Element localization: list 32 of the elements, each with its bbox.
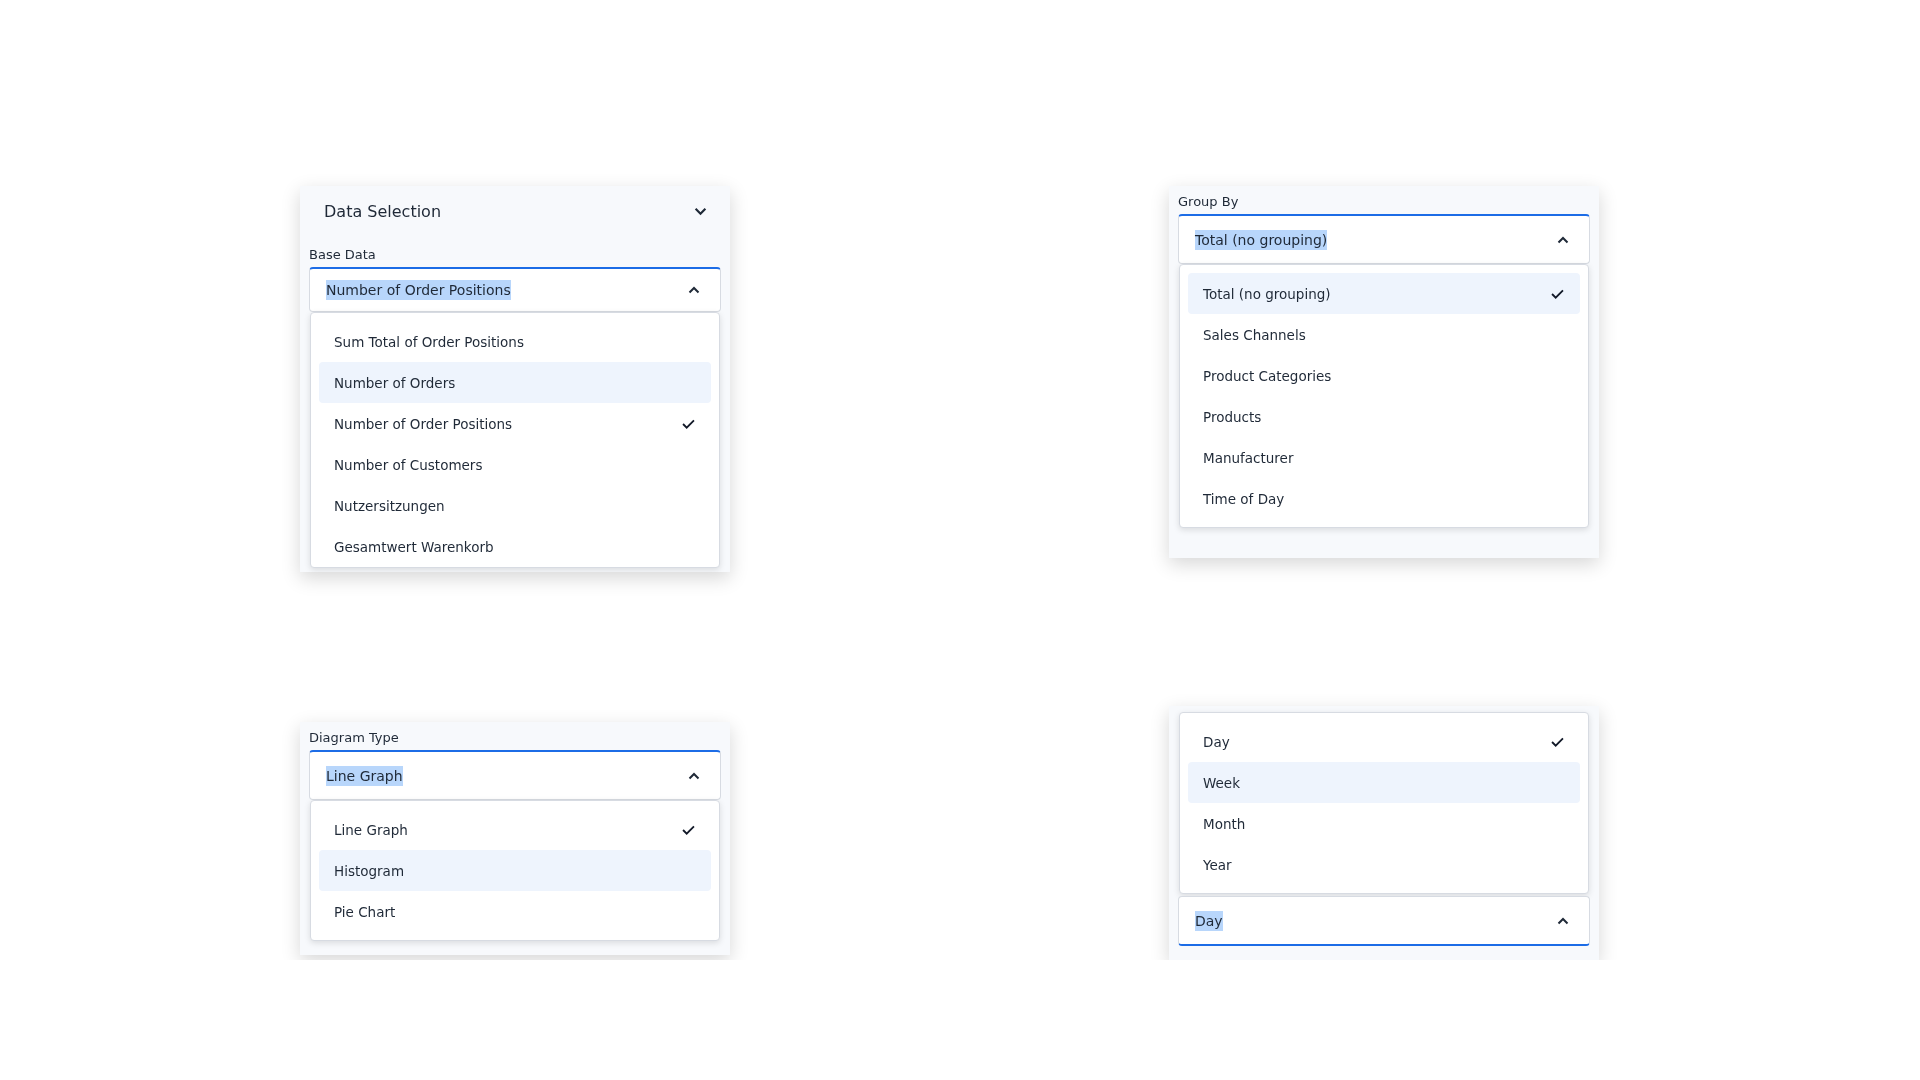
dropdown-option[interactable]: Product Categories [1188,355,1580,396]
dropdown-option[interactable]: Total (no grouping) [1188,273,1580,314]
chevron-up-icon [1557,916,1569,925]
dropdown-option[interactable]: Time of Day [1188,478,1580,519]
dropdown-option[interactable]: Number of Order Positions [319,403,711,444]
dropdown-option[interactable]: Week [1188,762,1580,803]
dropdown-option[interactable]: Number of Customers [319,444,711,485]
dropdown-option[interactable]: Day [1188,721,1580,762]
chevron-up-icon [688,286,700,294]
section-title[interactable]: Data Selection [324,202,442,221]
chevron-down-icon [694,207,707,216]
select-field[interactable]: Total (no grouping) [1178,214,1590,264]
select-field[interactable]: Day [1178,896,1590,946]
select-field[interactable]: Number of Order Positions [309,267,721,312]
chevron-up-icon [1557,235,1569,244]
chevron-up-icon [688,771,700,780]
dropdown-option[interactable]: Year [1188,844,1580,885]
dropdown-option[interactable]: Histogram [319,850,711,891]
field-label: Diagram Type [309,730,399,745]
dropdown-option[interactable]: Products [1188,396,1580,437]
dropdown-option[interactable]: Pie Chart [319,891,711,932]
dropdown-option[interactable]: Sales Channels [1188,314,1580,355]
dropdown-option[interactable]: Line Graph [319,809,711,850]
dropdown-option[interactable]: Month [1188,803,1580,844]
dropdown-option[interactable]: Manufacturer [1188,437,1580,478]
select-field[interactable]: Line Graph [309,750,721,800]
dropdown-option[interactable]: Sum Total of Order Positions [319,321,711,362]
dropdown-option[interactable]: Nutzersitzungen [319,485,711,526]
field-label: Base Data [309,247,376,262]
dropdown-option[interactable]: Number of Orders [319,362,711,403]
dropdown-option[interactable]: Gesamtwert Warenkorb [319,526,711,567]
field-label: Group By [1178,194,1239,209]
